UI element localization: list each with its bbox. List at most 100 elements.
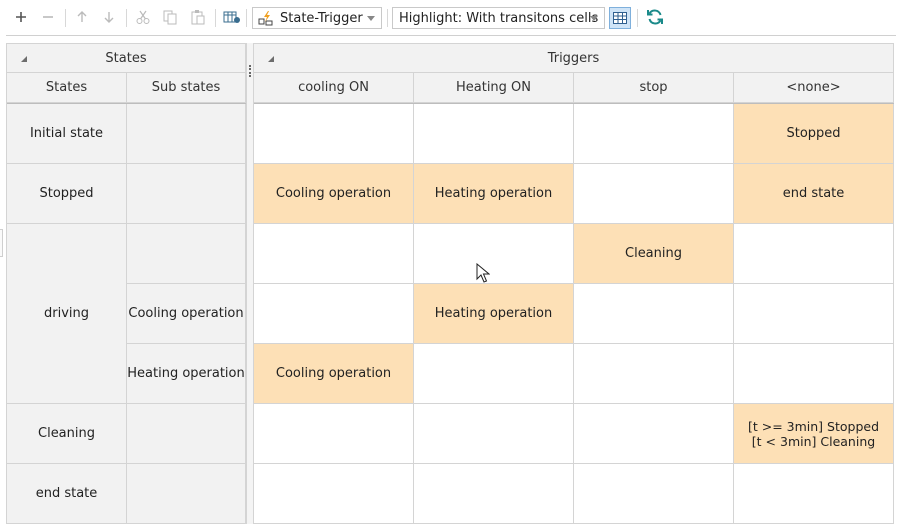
column-header-heating-on[interactable]: Heating ON <box>414 73 574 103</box>
copy-icon[interactable] <box>159 6 181 28</box>
transition-cell-highlighted[interactable]: Heating operation <box>414 284 574 344</box>
transition-cell[interactable] <box>414 104 574 164</box>
transition-cell-highlighted[interactable]: Cooling operation <box>254 344 414 404</box>
paste-icon[interactable] <box>187 6 209 28</box>
state-label: Cleaning <box>38 426 95 441</box>
column-header-stop[interactable]: stop <box>574 73 734 103</box>
state-cell-stopped[interactable]: Stopped <box>7 164 127 224</box>
state-label: Stopped <box>39 186 94 201</box>
substate-cell-cooling-operation[interactable]: Cooling operation <box>127 284 246 344</box>
transition-cell[interactable] <box>574 284 734 344</box>
transition-cell[interactable] <box>254 284 414 344</box>
highlight-combo[interactable]: Highlight: With transitons cells <box>392 7 605 29</box>
state-cell-end-state[interactable]: end state <box>7 464 127 524</box>
toolbar-separator <box>246 9 247 27</box>
toolbar-separator <box>637 9 638 27</box>
transition-cell-highlighted[interactable]: Heating operation <box>414 164 574 224</box>
transition-label: Cleaning <box>625 246 682 261</box>
transition-cell[interactable] <box>414 464 574 524</box>
view-mode-label: State-Trigger <box>280 10 363 26</box>
substate-cell-heating-operation[interactable]: Heating operation <box>127 344 246 404</box>
transition-cell[interactable] <box>414 224 574 284</box>
collapse-triangle-icon[interactable] <box>268 56 274 62</box>
transition-cell[interactable] <box>414 404 574 464</box>
column-header-label: Heating ON <box>455 80 532 95</box>
substate-cell[interactable] <box>127 164 246 224</box>
transition-label: Heating operation <box>434 306 553 321</box>
transition-cell[interactable] <box>254 464 414 524</box>
states-grid: States States Sub states Initial state S… <box>6 43 246 524</box>
state-label: driving <box>43 306 89 321</box>
column-header-states[interactable]: States <box>7 73 127 103</box>
toolbar-separator <box>126 9 127 27</box>
substate-cell[interactable] <box>127 464 246 524</box>
chevron-down-icon <box>367 16 375 21</box>
grid-view-icon[interactable] <box>609 7 631 29</box>
transition-label: end state <box>782 186 845 201</box>
state-trigger-icon <box>258 10 274 26</box>
state-label: Initial state <box>29 126 104 141</box>
toolbar: State-Trigger Highlight: With transitons… <box>0 0 902 36</box>
minus-icon[interactable] <box>37 6 59 28</box>
arrow-up-icon[interactable] <box>71 6 93 28</box>
plus-icon[interactable] <box>10 6 32 28</box>
column-header-label: cooling ON <box>298 80 369 95</box>
transition-cell[interactable] <box>574 464 734 524</box>
transition-label: Stopped <box>786 126 841 141</box>
column-header-label: States <box>45 80 88 95</box>
column-header-label: Sub states <box>151 80 221 95</box>
transition-cell[interactable] <box>254 404 414 464</box>
substate-cell[interactable] <box>127 224 246 284</box>
transition-label: Heating operation <box>434 186 553 201</box>
toolbar-divider <box>6 35 896 36</box>
states-group-title: States <box>105 50 147 66</box>
triggers-grid: Triggers cooling ON Heating ON stop <non… <box>254 43 894 524</box>
transition-cell-highlighted[interactable]: Cleaning <box>574 224 734 284</box>
substate-cell[interactable] <box>127 404 246 464</box>
transition-cell[interactable] <box>254 104 414 164</box>
transition-cell[interactable] <box>734 464 894 524</box>
highlight-label: Highlight: With transitons cells <box>399 10 599 26</box>
toolbar-separator <box>387 9 388 27</box>
transition-cell-highlighted[interactable]: [t >= 3min] Stopped [t < 3min] Cleaning <box>734 404 894 464</box>
collapse-triangle-icon[interactable] <box>21 56 27 62</box>
pane-splitter[interactable] <box>246 43 254 524</box>
state-label: end state <box>35 486 98 501</box>
toolbar-separator <box>215 9 216 27</box>
transition-cell-highlighted[interactable]: end state <box>734 164 894 224</box>
state-cell-initial-state[interactable]: Initial state <box>7 104 127 164</box>
transition-label: Cooling operation <box>275 186 392 201</box>
column-header-substates[interactable]: Sub states <box>127 73 246 103</box>
toolbar-separator <box>65 9 66 27</box>
states-group-header[interactable]: States <box>7 44 246 73</box>
transition-cell[interactable] <box>734 224 894 284</box>
substate-cell[interactable] <box>127 104 246 164</box>
refresh-icon[interactable] <box>644 6 666 28</box>
triggers-group-header[interactable]: Triggers <box>254 44 894 73</box>
transition-cell-highlighted[interactable]: Cooling operation <box>254 164 414 224</box>
transition-cell[interactable] <box>574 344 734 404</box>
triggers-group-title: Triggers <box>547 50 600 66</box>
transition-label: [t >= 3min] Stopped [t < 3min] Cleaning <box>747 418 880 449</box>
column-header-label: <none> <box>786 80 841 95</box>
state-cell-cleaning[interactable]: Cleaning <box>7 404 127 464</box>
table-settings-icon[interactable] <box>221 6 243 28</box>
transition-cell[interactable] <box>254 224 414 284</box>
column-header-cooling-on[interactable]: cooling ON <box>254 73 414 103</box>
side-panel-handle[interactable] <box>0 229 3 257</box>
view-mode-combo[interactable]: State-Trigger <box>252 7 382 29</box>
arrow-down-icon[interactable] <box>98 6 120 28</box>
cut-icon[interactable] <box>132 6 154 28</box>
transition-cell[interactable] <box>574 404 734 464</box>
transition-cell[interactable] <box>734 284 894 344</box>
transition-cell[interactable] <box>414 344 574 404</box>
state-cell-driving[interactable]: driving <box>7 224 127 404</box>
transition-cell[interactable] <box>734 344 894 404</box>
column-header-label: stop <box>639 80 668 95</box>
transition-cell[interactable] <box>574 164 734 224</box>
substate-label: Cooling operation <box>128 306 244 321</box>
transition-label: Cooling operation <box>275 366 392 381</box>
transition-cell-highlighted[interactable]: Stopped <box>734 104 894 164</box>
transition-cell[interactable] <box>574 104 734 164</box>
column-header-none[interactable]: <none> <box>734 73 894 103</box>
